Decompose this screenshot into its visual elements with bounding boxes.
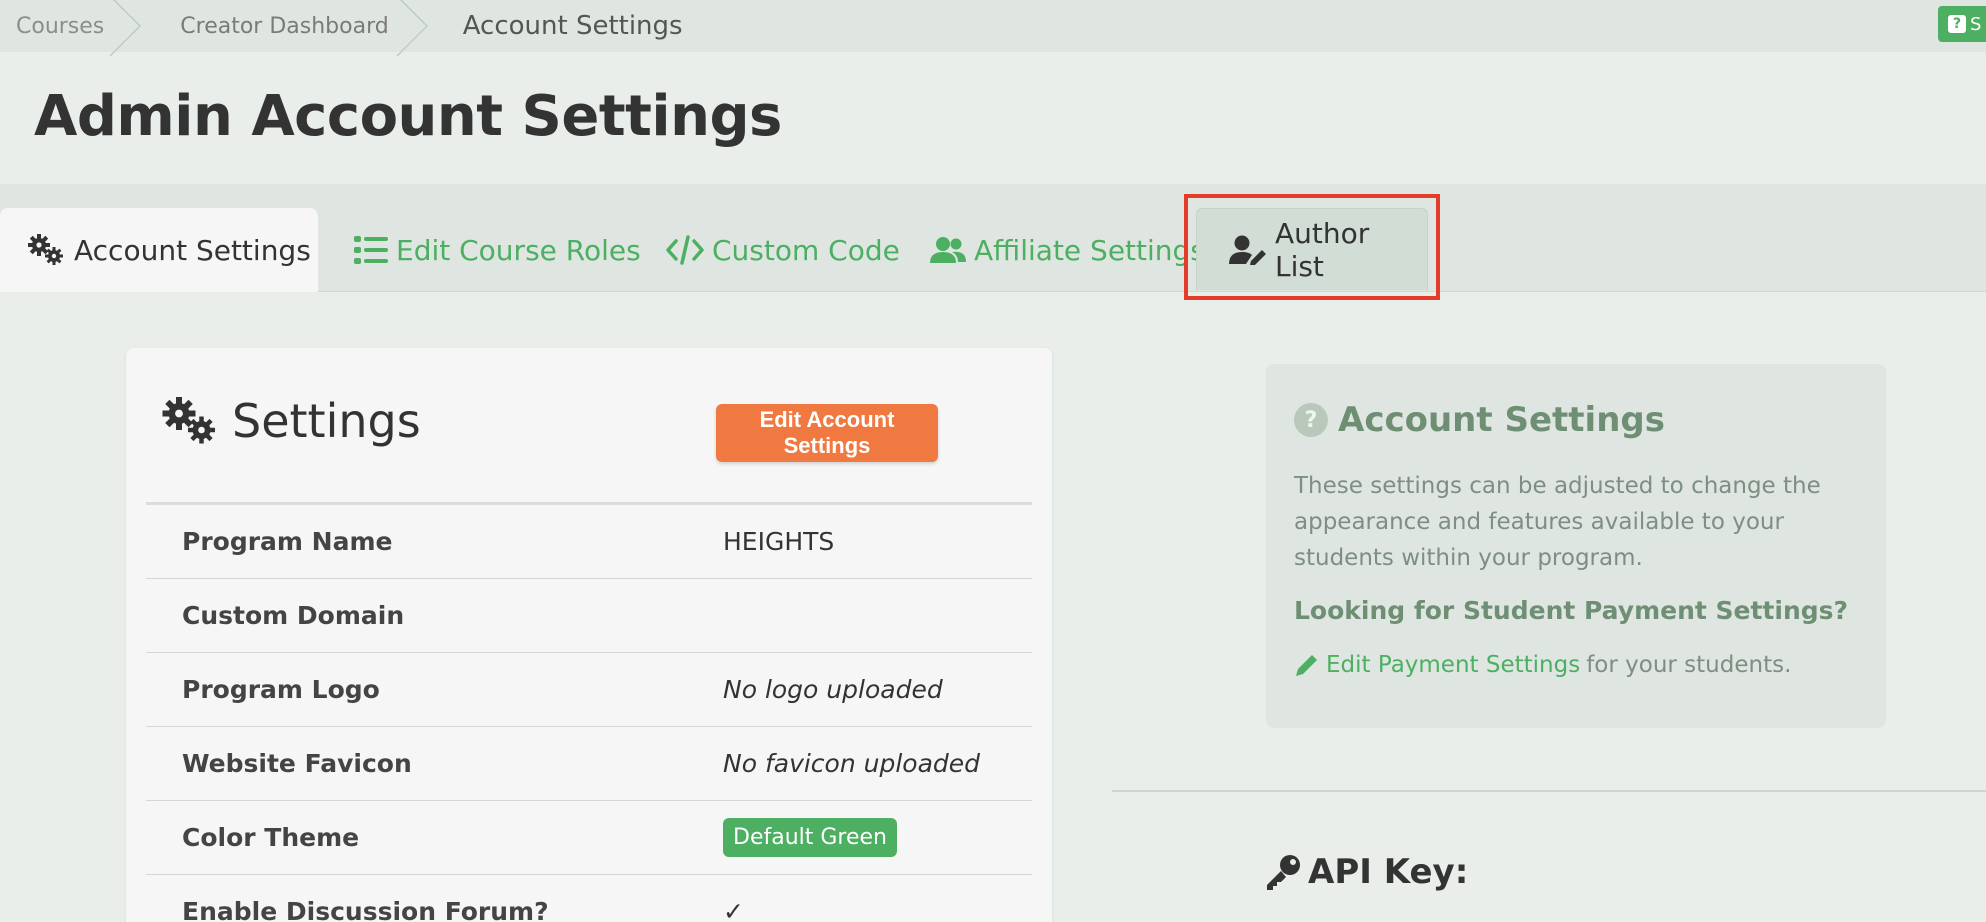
row-key: Program Name [182,527,393,556]
info-panel: ? Account Settings These settings can be… [1266,364,1886,728]
breadcrumb-label: Creator Dashboard [180,13,389,39]
tab-label: Edit Course Roles [396,233,641,267]
tab-author-list[interactable]: Author List [1196,208,1428,290]
row-value: HEIGHTS [723,527,835,556]
settings-card: Settings Edit Account Settings Program N… [126,348,1052,922]
payment-link-row: Edit Payment Settings for your students. [1294,652,1791,678]
tab-label: Account Settings [74,233,311,267]
tab-label: Affiliate Settings [974,233,1205,267]
help-button[interactable]: ? S [1938,6,1986,42]
table-row: Program Name HEIGHTS [146,505,1032,579]
row-key: Enable Discussion Forum? [182,897,549,922]
api-key-title: API Key: [1308,852,1469,892]
list-icon [354,236,388,264]
question-icon: ? [1948,15,1966,33]
api-key-heading: API Key: [1264,852,1468,892]
settings-table: Program Name HEIGHTS Custom Domain Progr… [146,502,1032,922]
breadcrumb-label: Courses [16,13,105,39]
question-circle-icon: ? [1294,403,1328,437]
row-value: No favicon uploaded [723,749,981,778]
users-icon [930,237,966,263]
tabs-bar: Account Settings Edit Course Roles Custo… [0,184,1986,292]
color-theme-badge: Default Green [723,818,897,857]
row-key: Custom Domain [182,601,405,630]
divider [1112,790,1986,792]
edit-payment-settings-link[interactable]: Edit Payment Settings [1326,652,1580,678]
table-row: Enable Discussion Forum? ✓ [146,875,1032,922]
key-icon [1267,855,1300,890]
page-title: Admin Account Settings [34,84,782,149]
help-label: S [1970,13,1982,35]
tab-account-settings[interactable]: Account Settings [0,208,318,292]
row-value: No logo uploaded [723,675,943,704]
check-icon: ✓ [723,897,744,922]
edit-account-settings-button[interactable]: Edit Account Settings [716,404,938,462]
gears-icon [162,397,215,444]
table-row: Program Logo No logo uploaded [146,653,1032,727]
row-key: Website Favicon [182,749,412,778]
breadcrumb-courses[interactable]: Courses [0,0,142,56]
code-icon [666,235,704,265]
info-title-text: Account Settings [1338,400,1665,440]
tab-label: Author List [1274,216,1370,283]
gears-icon [28,234,63,265]
row-key: Program Logo [182,675,380,704]
link-suffix: for your students. [1586,652,1792,678]
tab-edit-course-roles[interactable]: Edit Course Roles [354,208,641,292]
breadcrumb-creator-dashboard[interactable]: Creator Dashboard [142,0,428,56]
table-row: Website Favicon No favicon uploaded [146,727,1032,801]
table-row: Custom Domain [146,579,1032,653]
card-title: Settings [160,394,421,448]
info-subheading: Looking for Student Payment Settings? [1294,596,1849,625]
row-value: Default Green [723,818,897,857]
info-title: ? Account Settings [1294,400,1665,440]
breadcrumb: Courses Creator Dashboard Account Settin… [0,0,1986,56]
tab-affiliate-settings[interactable]: Affiliate Settings [930,208,1205,292]
tab-custom-code[interactable]: Custom Code [666,208,900,292]
tab-label: Custom Code [712,233,900,267]
row-key: Color Theme [182,823,360,852]
user-edit-icon [1229,235,1266,265]
info-description: These settings can be adjusted to change… [1294,473,1821,571]
table-row: Color Theme Default Green [146,801,1032,875]
pencil-icon [1296,655,1317,676]
card-title-text: Settings [232,394,421,448]
breadcrumb-current: Account Settings [462,11,683,41]
